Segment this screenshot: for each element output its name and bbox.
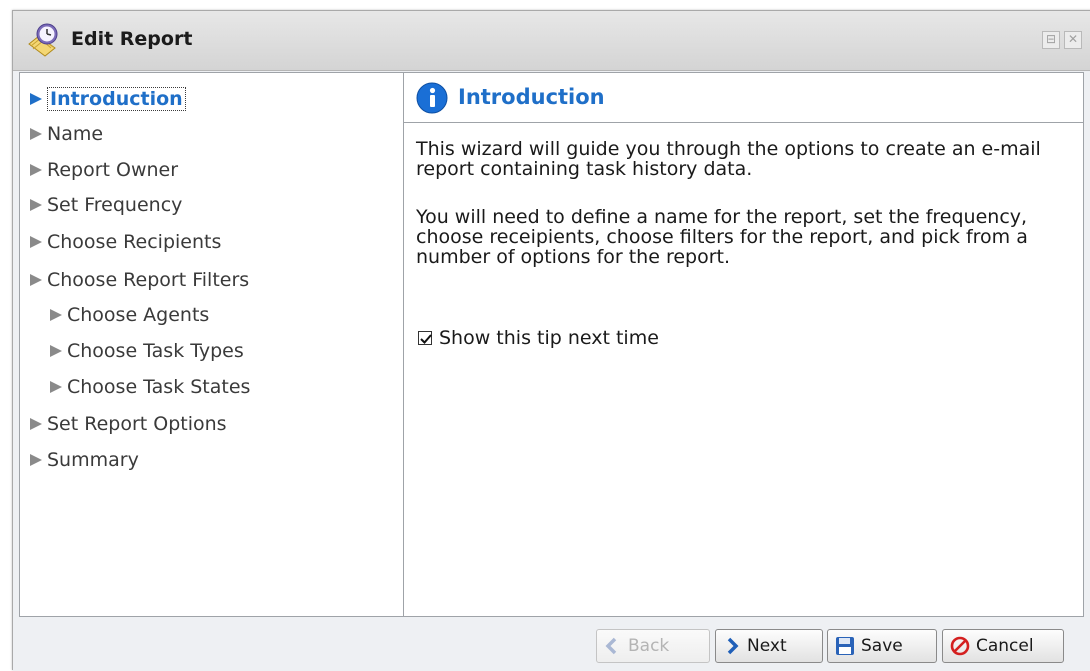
nav-step-label: Choose Report Filters [47,269,250,291]
button-bar: Back Next Save Cancel [13,618,1090,671]
nav-step-label: Choose Task Types [67,340,244,362]
right-arrow-icon [727,637,739,655]
nav-step-introduction[interactable]: Introduction [28,87,186,111]
step-arrow-icon [30,274,42,286]
window-title: Edit Report [71,28,193,50]
nav-step-label: Choose Agents [67,304,210,326]
floppy-disk-icon [836,637,854,655]
content-header: Introduction [404,73,1083,123]
next-label: Next [747,636,787,656]
step-arrow-icon [30,454,42,466]
nav-step-label: Name [47,123,104,145]
nav-step-label: Choose Recipients [47,231,222,253]
content-panel: Introduction This wizard will guide you … [404,72,1084,617]
next-button[interactable]: Next [715,629,823,663]
intro-paragraph-2: You will need to define a name for the r… [416,206,1028,268]
info-icon [416,82,448,114]
nav-step-label: Choose Task States [67,376,251,398]
back-label: Back [628,636,670,656]
back-button[interactable]: Back [596,629,710,663]
wizard-step-list: Introduction Name Report Owner Set Frequ… [19,72,404,617]
nav-step-summary[interactable]: Summary [28,448,139,472]
nav-step-label: Set Report Options [47,413,227,435]
nav-step-choose-task-types[interactable]: Choose Task Types [48,339,244,363]
nav-step-set-report-options[interactable]: Set Report Options [28,412,227,436]
left-arrow-icon [605,637,617,655]
intro-paragraph-1: This wizard will guide you through the o… [416,138,1041,180]
nav-step-choose-task-states[interactable]: Choose Task States [48,375,250,399]
content-title: Introduction [458,85,605,109]
checkmark-icon [420,334,432,344]
step-arrow-icon [30,236,42,248]
report-clock-icon [28,23,58,57]
nav-step-report-owner[interactable]: Report Owner [28,158,178,182]
save-label: Save [861,636,903,656]
show-tip-row[interactable]: Show this tip next time [418,327,659,349]
step-arrow-icon [50,381,62,393]
step-arrow-icon [30,418,42,430]
close-button[interactable]: ✕ [1064,31,1082,49]
show-tip-checkbox[interactable] [418,331,432,345]
nav-step-name[interactable]: Name [28,122,103,146]
save-button[interactable]: Save [827,629,937,663]
step-arrow-icon [30,128,42,140]
nav-step-choose-recipients[interactable]: Choose Recipients [28,230,221,254]
step-arrow-active-icon [30,93,42,105]
nav-step-label: Set Frequency [47,194,183,216]
cancel-circle-icon [950,636,970,656]
nav-step-label: Summary [47,449,139,471]
step-arrow-icon [30,199,42,211]
step-arrow-icon [50,309,62,321]
nav-step-label: Introduction [47,87,186,111]
step-arrow-icon [30,164,42,176]
nav-step-set-frequency[interactable]: Set Frequency [28,193,182,217]
edit-report-window: Edit Report ⊟ ✕ Introduction Name Report… [12,10,1090,671]
restore-button[interactable]: ⊟ [1042,31,1060,49]
cancel-button[interactable]: Cancel [942,629,1064,663]
nav-step-label: Report Owner [47,159,179,181]
title-bar: Edit Report ⊟ ✕ [13,11,1090,71]
nav-step-choose-agents[interactable]: Choose Agents [48,303,209,327]
cancel-label: Cancel [976,636,1034,656]
step-arrow-icon [50,345,62,357]
show-tip-label: Show this tip next time [439,327,659,349]
nav-step-choose-report-filters[interactable]: Choose Report Filters [28,268,249,292]
